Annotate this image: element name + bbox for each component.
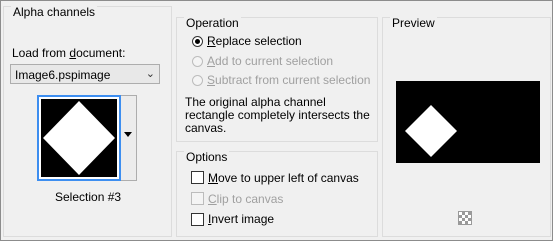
checkerboard-icon[interactable] [458,211,472,225]
clip-to-canvas-label[interactable]: Clip to canvas [208,192,283,206]
invert-image-checkbox[interactable] [191,213,204,226]
invert-image-label[interactable]: Invert image [208,212,274,226]
add-to-selection-radio[interactable] [192,56,203,67]
preview-image [396,81,540,163]
operation-title: Operation [184,16,241,30]
selection-label: Selection #3 [55,190,122,204]
operation-info-line-1: The original alpha channel [185,95,326,109]
move-to-upper-left-checkbox[interactable] [191,171,204,184]
chevron-down-icon: ⌄ [145,68,155,80]
selection-thumbnail[interactable] [37,95,121,181]
document-select[interactable]: Image6.pspimage ⌄ [10,64,160,84]
operation-info-line-3: canvas. [185,121,227,135]
selection-thumbnail-image [41,99,117,177]
replace-selection-radio[interactable] [192,36,203,47]
preview-diamond [405,105,457,157]
replace-selection-label[interactable]: Replace selection [207,34,302,48]
options-title: Options [184,150,230,164]
selection-dropdown-button[interactable] [121,95,137,181]
clip-to-canvas-checkbox[interactable] [191,192,204,205]
load-from-document-label: Load from document: [12,46,126,60]
subtract-from-selection-radio[interactable] [192,75,203,86]
subtract-from-selection-label[interactable]: Subtract from current selection [207,73,370,87]
triangle-down-icon [124,132,132,137]
alpha-channels-title: Alpha channels [11,5,98,19]
move-to-upper-left-label[interactable]: Move to upper left of canvas [208,171,359,185]
document-select-value: Image6.pspimage [15,68,111,82]
operation-info-line-2: rectangle completely intersects the [185,108,370,122]
add-to-selection-label[interactable]: Add to current selection [207,54,333,68]
load-selection-dialog: Alpha channels Load from document: Image… [0,0,553,241]
preview-title: Preview [390,16,437,30]
